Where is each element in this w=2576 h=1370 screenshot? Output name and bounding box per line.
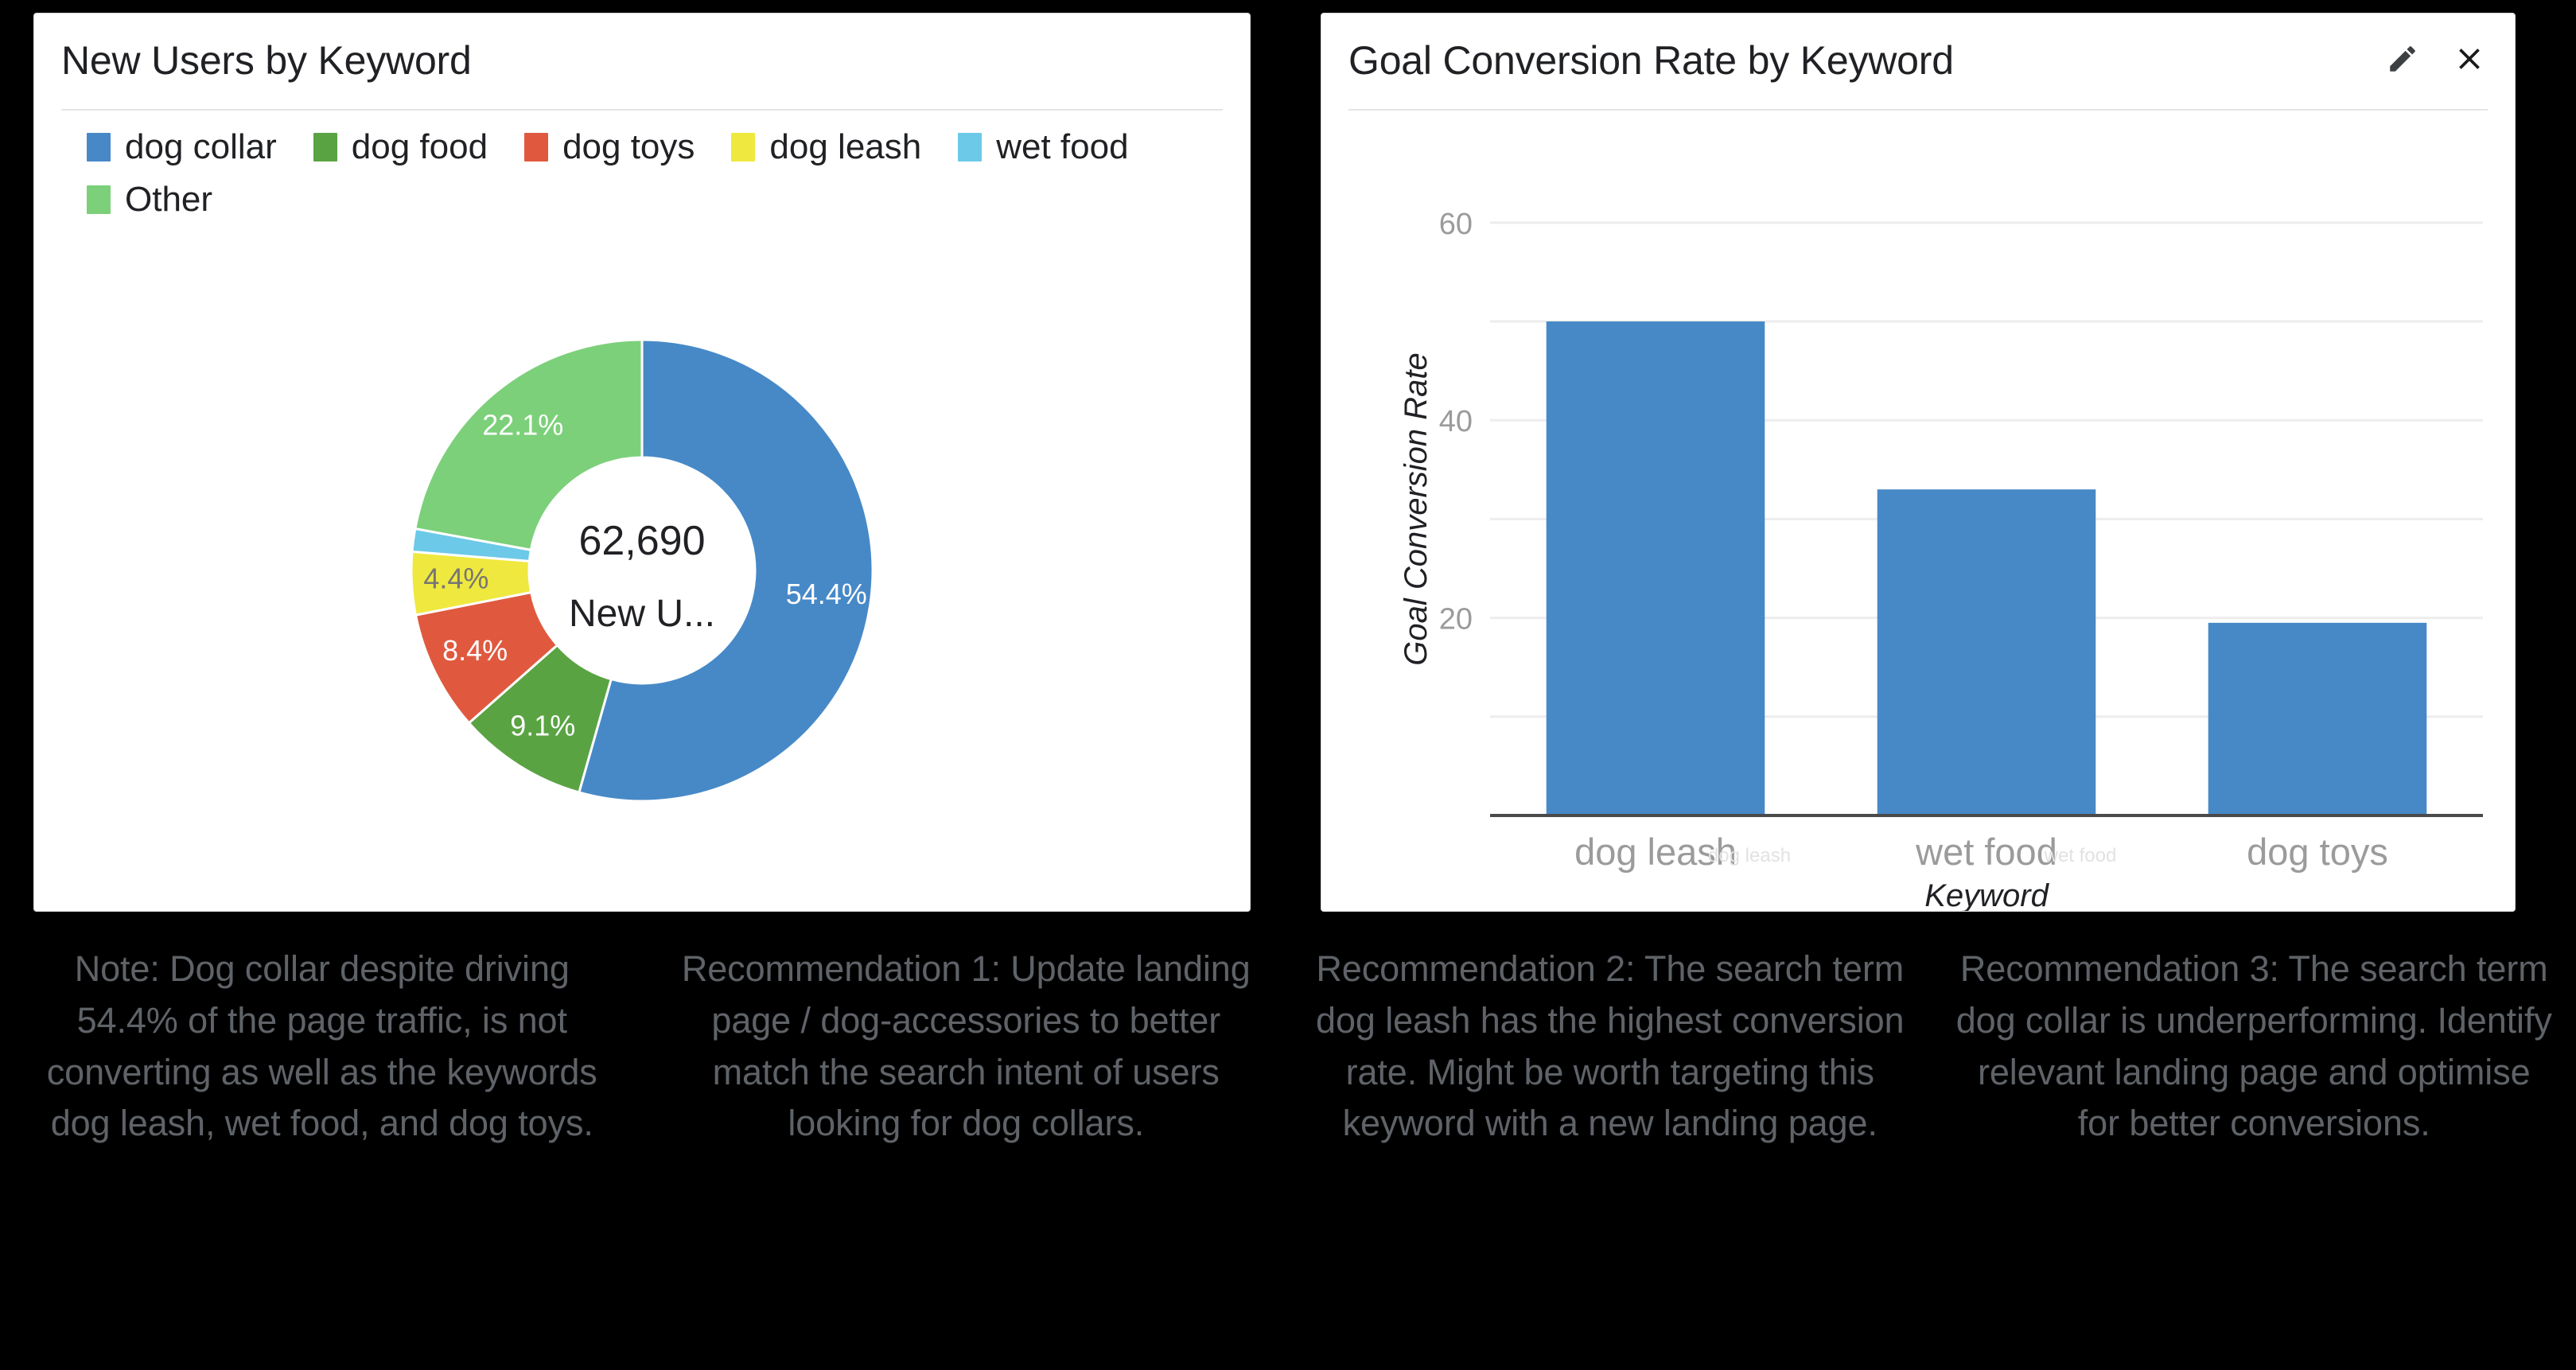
left-card-title: New Users by Keyword xyxy=(61,38,472,83)
edit-button[interactable] xyxy=(2384,41,2421,77)
legend-swatch-icon xyxy=(87,133,111,162)
donut-slice-label: 9.1% xyxy=(510,709,575,741)
x-axis-category-label: dog toys xyxy=(2247,831,2388,873)
legend-item-dog-toys[interactable]: dog toys xyxy=(524,125,695,169)
recommendation-3-column: Recommendation 3: The search term dog co… xyxy=(1955,948,2552,1144)
goal-conversion-rate-card: Goal Conversion Rate by Keyword 20 40 60… xyxy=(1321,13,2516,912)
legend-label: wet food xyxy=(996,127,1129,166)
right-card-header: Goal Conversion Rate by Keyword xyxy=(1321,14,2515,111)
legend-label: Other xyxy=(125,180,213,219)
recommendation-2-column: Recommendation 2: The search term dog le… xyxy=(1316,948,1905,1144)
legend-label: dog leash xyxy=(769,127,922,166)
legend-swatch-icon xyxy=(524,133,549,162)
recommendation-1-column: Recommendation 1: Update landing page / … xyxy=(681,948,1251,1144)
bar-chart: 20 40 60 dog leash dog leash wet food wet foo… xyxy=(1321,111,2515,911)
bar[interactable] xyxy=(2208,622,2427,815)
donut-center-label: New U... xyxy=(569,593,715,635)
legend-swatch-icon xyxy=(958,133,983,162)
close-icon xyxy=(2452,41,2487,76)
y-axis-tick-label: 20 xyxy=(1439,603,1473,636)
donut-hole xyxy=(529,457,755,683)
bar-chart-y-ticks: 20 40 60 xyxy=(1439,208,1473,636)
bar-chart-bars[interactable] xyxy=(1546,321,2427,816)
donut-slice-label: 54.4% xyxy=(786,578,867,610)
pencil-icon xyxy=(2386,42,2419,76)
bar-chart-svg[interactable]: 204060 dog leashdog leash wet foodwet foo… xyxy=(1321,111,2515,911)
right-card-title: Goal Conversion Rate by Keyword xyxy=(1348,38,1954,83)
legend-swatch-icon xyxy=(731,133,756,162)
donut-chart: 62,690 New U... 54.4% 9.1% 8.4% 4.4% 22.1% xyxy=(34,252,1250,889)
notes-row: Note: Dog collar despite driving 54.4% o… xyxy=(0,944,2576,1370)
donut-slice-label: 4.4% xyxy=(423,562,488,595)
donut-slice-label: 8.4% xyxy=(442,634,508,667)
legend-item-dog-leash[interactable]: dog leash xyxy=(731,125,921,169)
bar-chart-y-axis-title: Goal Conversion Rate xyxy=(1399,352,1434,666)
close-button[interactable] xyxy=(2451,41,2488,77)
donut-slice-label: 22.1% xyxy=(482,409,563,442)
bar-chart-category-labels: dog leashdog leash wet foodwet food dog to… xyxy=(1574,831,2388,873)
card-actions xyxy=(2384,41,2488,77)
legend-swatch-icon xyxy=(313,133,337,162)
y-axis-tick-label: 60 xyxy=(1439,208,1473,241)
legend-swatch-icon xyxy=(87,185,111,214)
legend-label: dog collar xyxy=(125,127,277,166)
legend-label: dog food xyxy=(351,127,488,166)
left-card-header: New Users by Keyword xyxy=(34,14,1250,111)
note-column: Note: Dog collar despite driving 54.4% o… xyxy=(46,948,597,1144)
bar[interactable] xyxy=(1546,321,1765,816)
donut-chart-svg[interactable]: 62,690 New U... 54.4% 9.1% 8.4% 4.4% 22.1% xyxy=(340,268,944,873)
pie-legend: dog collar dog food dog toys dog leash w… xyxy=(87,125,1200,222)
legend-item-other[interactable]: Other xyxy=(87,177,212,222)
x-axis-category-label: wet food xyxy=(1915,831,2057,873)
donut-center-value: 62,690 xyxy=(578,518,705,564)
y-axis-tick-label: 40 xyxy=(1439,405,1473,438)
legend-item-dog-food[interactable]: dog food xyxy=(313,125,488,169)
header-divider xyxy=(61,109,1223,111)
bar-chart-x-axis-title: Keyword xyxy=(1924,878,2049,911)
legend-item-dog-collar[interactable]: dog collar xyxy=(87,125,277,169)
x-axis-category-label-ghost: dog leash xyxy=(1708,845,1791,866)
x-axis-category-label-ghost: wet food xyxy=(2044,845,2117,866)
bar[interactable] xyxy=(1877,489,2096,815)
legend-item-wet-food[interactable]: wet food xyxy=(958,125,1129,169)
legend-label: dog toys xyxy=(562,127,695,166)
dashboard-stage: New Users by Keyword dog collar dog food… xyxy=(0,0,2576,1370)
new-users-by-keyword-card: New Users by Keyword dog collar dog food… xyxy=(33,13,1251,912)
